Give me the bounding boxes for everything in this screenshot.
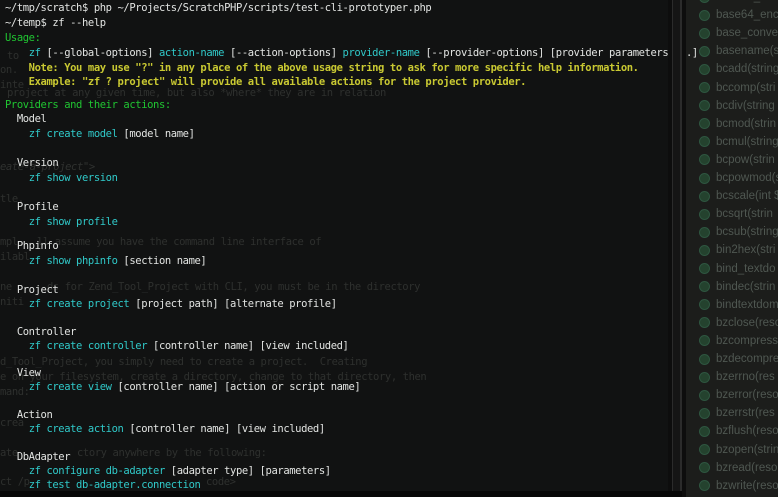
terminal-row: zf create view [controller name] [action… xyxy=(5,381,360,393)
terminal-row: zf show profile xyxy=(5,216,118,228)
terminal-row: ~/temp$ zf --help xyxy=(5,17,106,29)
terminal-text-segment: Controller xyxy=(5,326,76,338)
terminal-text-segment: Example: "zf ? project" will provide all… xyxy=(5,76,526,88)
terminal-text-segment: [section name] xyxy=(118,255,207,267)
terminal-text-segment: action-name xyxy=(159,47,224,59)
terminal-text-segment: View xyxy=(5,367,41,379)
terminal-row: zf show phpinfo [section name] xyxy=(5,255,206,267)
terminal-row: Action xyxy=(5,409,52,421)
terminal-text-segment: zf configure db-adapter xyxy=(29,465,165,477)
terminal-text-segment: [adapter type] [parameters] xyxy=(165,465,331,477)
terminal-text-segment xyxy=(5,255,29,267)
terminal-row: Model xyxy=(5,113,46,125)
terminal-row: zf create project [project path] [altern… xyxy=(5,298,337,310)
terminal-row: Profile xyxy=(5,201,58,213)
terminal-text-segment: Project xyxy=(5,284,58,296)
terminal-row: Note: You may use "?" in any place of th… xyxy=(5,62,639,74)
terminal-row: zf create model [model name] xyxy=(5,128,195,140)
ide-window: toon.inteproject at any given time, but … xyxy=(0,0,778,497)
terminal-text-segment: Profile xyxy=(5,201,58,213)
terminal-row: Phpinfo xyxy=(5,240,58,252)
terminal-text-segment: zf create view xyxy=(29,381,112,393)
terminal-text-segment: zf create project xyxy=(29,298,130,310)
terminal-text-segment: [project path] [alternate profile] xyxy=(129,298,336,310)
terminal-text-segment: zf show phpinfo xyxy=(29,255,118,267)
terminal-row: Usage: xyxy=(5,32,41,44)
terminal-row: DbAdapter xyxy=(5,451,70,463)
terminal-text-segment: Phpinfo xyxy=(5,240,58,252)
terminal-text-segment: [--provider-options] [provider parameter… xyxy=(420,47,698,59)
terminal-text-segment: [model name] xyxy=(118,128,195,140)
terminal-text-segment: provider-name xyxy=(343,47,420,59)
terminal-text-segment xyxy=(5,216,29,228)
terminal-text-segment xyxy=(5,47,29,59)
terminal-text-segment: zf show version xyxy=(29,172,118,184)
terminal-row: View xyxy=(5,367,41,379)
terminal-row: zf create action [controller name] [view… xyxy=(5,423,325,435)
terminal-text-segment: [--global-options] xyxy=(41,47,159,59)
terminal-text-segment: Version xyxy=(5,157,58,169)
terminal-text-segment xyxy=(5,381,29,393)
terminal-text-segment: zf create action xyxy=(29,423,124,435)
scrollbar-edge-right xyxy=(680,0,682,497)
terminal-text-segment: zf create controller xyxy=(29,340,147,352)
terminal-text-segment xyxy=(5,298,29,310)
terminal-text-segment: Usage: xyxy=(5,32,41,44)
terminal-row: zf test db-adapter.connection xyxy=(5,479,200,491)
terminal-text-segment: Providers and their actions: xyxy=(5,99,171,111)
terminal-row: zf [--global-options] action-name [--act… xyxy=(5,47,698,59)
terminal-row: ~/tmp/scratch$ php ~/Projects/ScratchPHP… xyxy=(5,2,431,14)
terminal-text-segment: [controller name] [view included] xyxy=(123,423,324,435)
terminal-text-segment: Model xyxy=(5,113,46,125)
terminal-text-segment: [controller name] [action or script name… xyxy=(112,381,361,393)
terminal-text-segment xyxy=(5,340,29,352)
terminal-text-segment: [--action-options] xyxy=(224,47,342,59)
terminal-text-segment: zf show profile xyxy=(29,216,118,228)
terminal-text-segment: Action xyxy=(5,409,52,421)
terminal-text-segment: [controller name] [view included] xyxy=(147,340,348,352)
terminal-text-segment xyxy=(5,128,29,140)
terminal-text-segment: Note: You may use "?" in any place of th… xyxy=(5,62,639,74)
terminal-text-segment xyxy=(5,172,29,184)
terminal-text-segment: zf create model xyxy=(29,128,118,140)
terminal-row: Project xyxy=(5,284,58,296)
terminal-row: zf show version xyxy=(5,172,118,184)
bottom-edge xyxy=(0,491,682,497)
terminal-row: Controller xyxy=(5,326,76,338)
terminal-row: Example: "zf ? project" will provide all… xyxy=(5,76,526,88)
terminal-overlay: ~/tmp/scratch$ php ~/Projects/ScratchPHP… xyxy=(0,0,778,497)
scrollbar-track[interactable] xyxy=(673,0,680,497)
terminal-text-segment xyxy=(5,423,29,435)
terminal-text-segment: zf xyxy=(29,47,41,59)
scrollbar-edge-left xyxy=(672,0,673,497)
terminal-text-segment: zf test db-adapter.connection xyxy=(29,479,201,491)
editor-scrollbar[interactable] xyxy=(668,0,686,497)
terminal-row: Providers and their actions: xyxy=(5,99,171,111)
terminal-text-segment xyxy=(5,465,29,477)
terminal-text-segment: DbAdapter xyxy=(5,451,70,463)
terminal-text-segment: ~/temp$ zf --help xyxy=(5,17,106,29)
terminal-text-segment: ~/tmp/scratch$ php ~/Projects/ScratchPHP… xyxy=(5,2,431,14)
terminal-text-segment xyxy=(5,479,29,491)
terminal-row: zf create controller [controller name] [… xyxy=(5,340,348,352)
terminal-row: zf configure db-adapter [adapter type] [… xyxy=(5,465,331,477)
terminal-row: Version xyxy=(5,157,58,169)
